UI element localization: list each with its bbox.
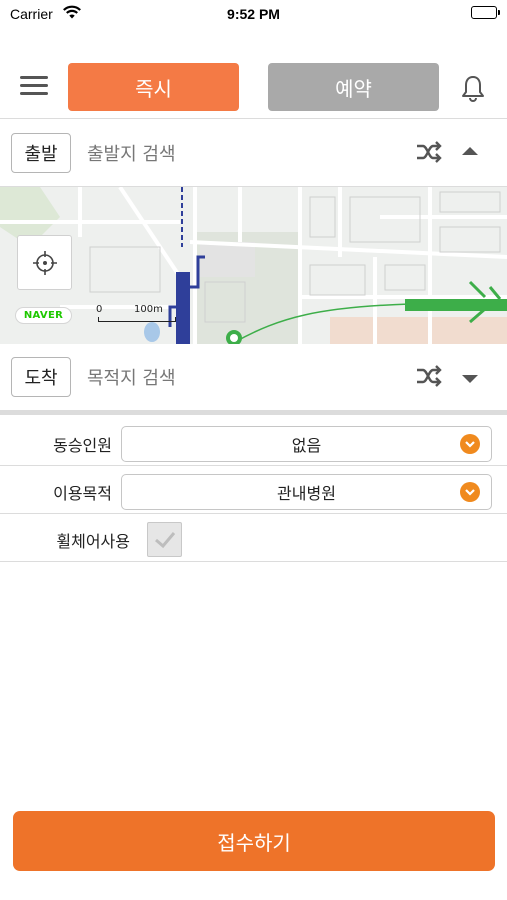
shuffle-icon[interactable] (415, 140, 443, 164)
map-roads (0, 187, 507, 344)
arrival-search-input[interactable]: 목적지 검색 (87, 364, 176, 390)
map-scale: 0 100m (96, 304, 186, 324)
battery-icon (471, 6, 500, 19)
caret-up-icon[interactable] (462, 147, 478, 155)
top-nav: 즉시 예약 (0, 60, 507, 116)
shuffle-icon[interactable] (415, 364, 443, 388)
scale-distance: 100m (134, 304, 163, 315)
caret-down-icon[interactable] (462, 375, 478, 383)
companions-label: 동승인원 (53, 436, 112, 455)
crosshair-icon[interactable] (17, 235, 72, 290)
divider (0, 118, 507, 119)
companions-row: 동승인원 없음 (0, 418, 507, 466)
status-bar: Carrier 9:52 PM (0, 0, 507, 28)
purpose-row: 이용목적 관내병원 (0, 466, 507, 514)
companions-select[interactable]: 없음 (121, 426, 492, 462)
departure-row: 출발 출발지 검색 (0, 126, 507, 182)
check-icon (154, 531, 175, 548)
submit-button[interactable]: 접수하기 (13, 811, 495, 871)
clock-time: 9:52 PM (227, 6, 280, 22)
bell-icon[interactable] (458, 74, 488, 104)
wheelchair-label: 휠체어사용 (56, 532, 130, 551)
departure-tag: 출발 (11, 133, 71, 173)
tab-now[interactable]: 즉시 (68, 63, 239, 111)
purpose-label: 이용목적 (53, 484, 112, 503)
section-divider (0, 410, 507, 415)
wheelchair-checkbox[interactable] (147, 522, 182, 557)
scale-zero: 0 (96, 304, 103, 315)
tab-reserve[interactable]: 예약 (268, 63, 439, 111)
hamburger-icon[interactable] (20, 76, 48, 100)
map-view[interactable]: NAVER 0 100m (0, 187, 507, 344)
departure-search-input[interactable]: 출발지 검색 (87, 140, 176, 166)
chevron-down-icon (460, 434, 480, 454)
app-screen: Carrier 9:52 PM 즉시 예약 출발 출발지 검색 NAVER 0 … (0, 0, 507, 900)
purpose-value: 관내병원 (277, 484, 336, 503)
arrival-tag: 도착 (11, 357, 71, 397)
purpose-select[interactable]: 관내병원 (121, 474, 492, 510)
naver-logo: NAVER (15, 307, 72, 324)
chevron-down-icon (460, 482, 480, 502)
companions-value: 없음 (291, 436, 322, 455)
scale-bar (98, 317, 176, 322)
wheelchair-row: 휠체어사용 (0, 514, 507, 562)
arrival-row: 도착 목적지 검색 (0, 350, 507, 406)
